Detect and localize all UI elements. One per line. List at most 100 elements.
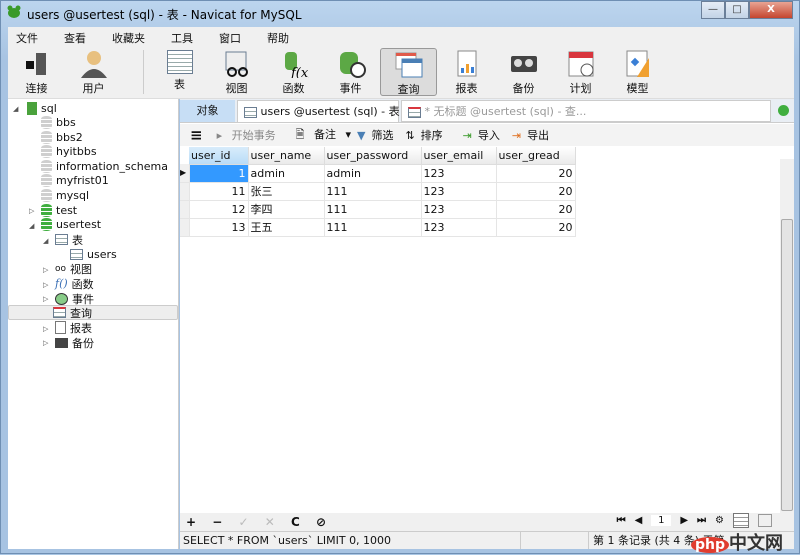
cell[interactable]: 李四 [248, 200, 325, 219]
memo-button[interactable]: 🗎 备注 ▾ [296, 126, 351, 145]
cell[interactable]: 11 [189, 182, 249, 201]
cell[interactable]: 123 [421, 164, 497, 183]
menu-tools[interactable]: 工具 [163, 27, 201, 46]
menu-file[interactable]: 文件 [8, 27, 46, 46]
column-header[interactable]: user_name [248, 147, 325, 165]
filter-button[interactable]: ▼ 筛选 [357, 127, 399, 143]
column-header[interactable]: user_gread [496, 147, 576, 165]
settings-gear-icon[interactable]: ⚙ [715, 515, 724, 526]
cell[interactable]: 1 [189, 164, 249, 183]
vertical-scrollbar[interactable] [780, 159, 794, 514]
menu-icon[interactable]: ≡ [190, 126, 203, 144]
export-button[interactable]: ⇥ 导出 [512, 127, 555, 143]
delete-record-button[interactable]: − [212, 515, 222, 529]
toolbar-model-button[interactable]: 模型 [609, 48, 666, 96]
tree-queries[interactable]: 查询 [8, 305, 178, 320]
tree-db-hyitbbs[interactable]: hyitbbs [41, 144, 97, 159]
toolbar-function-button[interactable]: f(x)函数 [265, 48, 322, 96]
refresh-button[interactable]: C [291, 515, 300, 529]
cell[interactable]: 123 [421, 200, 497, 219]
tree-backups[interactable]: 备份 [55, 335, 94, 350]
tab-objects[interactable]: 对象 [180, 100, 235, 122]
prev-page-icon[interactable]: ◀ [635, 515, 643, 526]
expand-arrow-icon[interactable]: ▷ [43, 339, 48, 347]
scrollbar-thumb[interactable] [781, 219, 793, 511]
close-button[interactable]: X [749, 1, 793, 19]
discard-changes-button[interactable]: ✕ [265, 515, 275, 529]
page-number-input[interactable]: 1 [651, 515, 672, 526]
cell[interactable]: 王五 [248, 218, 325, 237]
cell[interactable]: 20 [496, 200, 576, 219]
toolbar-report-button[interactable]: 报表 [438, 48, 495, 96]
cell[interactable]: 12 [189, 200, 249, 219]
add-record-button[interactable]: + [186, 515, 196, 529]
cell[interactable]: 123 [421, 182, 497, 201]
table-row[interactable]: 13 王五 111 123 20 [180, 218, 576, 237]
menu-help[interactable]: 帮助 [259, 27, 297, 46]
tree-tables[interactable]: 表 [55, 232, 83, 247]
stop-button[interactable]: ⊘ [316, 515, 326, 529]
tree-db-bbs2[interactable]: bbs2 [41, 130, 83, 145]
sort-button[interactable]: ⇅ 排序 [405, 127, 448, 143]
expand-arrow-icon[interactable]: ▷ [43, 266, 48, 274]
cell[interactable]: 13 [189, 218, 249, 237]
minimize-button[interactable]: — [701, 1, 725, 19]
cell[interactable]: 张三 [248, 182, 325, 201]
collapse-arrow-icon[interactable]: ◢ [29, 222, 34, 230]
cell[interactable]: 20 [496, 164, 576, 183]
tree-views[interactable]: oo 视图 [55, 261, 92, 276]
maximize-button[interactable]: □ [725, 1, 749, 19]
table-row[interactable]: 12 李四 111 123 20 [180, 200, 576, 219]
toolbar-table-button[interactable]: 表 [151, 48, 208, 96]
collapse-arrow-icon[interactable]: ◢ [13, 105, 18, 113]
cell[interactable]: 123 [421, 218, 497, 237]
tab-users-table[interactable]: users @usertest (sql) - 表 [237, 100, 400, 122]
cell[interactable]: 20 [496, 182, 576, 201]
cell[interactable]: 20 [496, 218, 576, 237]
column-header[interactable]: user_password [324, 147, 422, 165]
next-page-icon[interactable]: ▶ [680, 515, 688, 526]
expand-arrow-icon[interactable]: ▷ [43, 325, 48, 333]
new-tab-icon[interactable] [772, 100, 794, 122]
tree-reports[interactable]: 报表 [55, 320, 92, 335]
cell[interactable]: admin [324, 164, 422, 183]
tree-db-information-schema[interactable]: information_schema [41, 159, 168, 174]
cell[interactable]: 111 [324, 182, 422, 201]
tree-db-mysql[interactable]: mysql [41, 188, 89, 203]
tree-db-bbs[interactable]: bbs [41, 115, 76, 130]
tree-db-test[interactable]: test [41, 203, 77, 218]
begin-transaction-button[interactable]: ▸ 开始事务 [217, 127, 282, 143]
menu-favorites[interactable]: 收藏夹 [104, 27, 153, 46]
first-page-icon[interactable]: ⏮ [617, 515, 626, 526]
table-row[interactable]: 11 张三 111 123 20 [180, 182, 576, 201]
grid-view-icon[interactable] [733, 513, 749, 528]
column-header[interactable]: user_email [421, 147, 497, 165]
toolbar-query-button[interactable]: 查询 [380, 48, 437, 96]
tree-db-usertest[interactable]: usertest [41, 217, 101, 232]
tab-untitled-query[interactable]: * 无标题 @usertest (sql) - 查... [401, 100, 771, 122]
menu-window[interactable]: 窗口 [211, 27, 249, 46]
toolbar-view-button[interactable]: 视图 [208, 48, 265, 96]
cell[interactable]: 111 [324, 200, 422, 219]
collapse-arrow-icon[interactable]: ◢ [43, 237, 48, 245]
column-header[interactable]: user_id [189, 147, 249, 165]
cell[interactable]: 111 [324, 218, 422, 237]
expand-arrow-icon[interactable]: ▷ [29, 207, 34, 215]
table-row[interactable]: ▶ 1 admin admin 123 20 [180, 164, 576, 183]
cell[interactable]: admin [248, 164, 325, 183]
toolbar-schedule-button[interactable]: 计划 [552, 48, 609, 96]
toolbar-event-button[interactable]: 事件 [322, 48, 379, 96]
expand-arrow-icon[interactable]: ▷ [43, 281, 48, 289]
toolbar-backup-button[interactable]: 备份 [495, 48, 552, 96]
form-view-icon[interactable] [758, 514, 772, 527]
tree-db-myfrist01[interactable]: myfrist01 [41, 173, 109, 188]
expand-arrow-icon[interactable]: ▷ [43, 295, 48, 303]
tree-connection-sql[interactable]: sql [27, 101, 57, 116]
toolbar-connection-button[interactable]: 连接 [8, 48, 65, 96]
toolbar-user-button[interactable]: 用户 [65, 48, 122, 96]
last-page-icon[interactable]: ⏭ [697, 515, 706, 526]
menu-view[interactable]: 查看 [56, 27, 94, 46]
tree-functions[interactable]: f() 函数 [55, 276, 94, 291]
apply-changes-button[interactable]: ✓ [239, 515, 249, 529]
import-button[interactable]: ⇥ 导入 [463, 127, 506, 143]
